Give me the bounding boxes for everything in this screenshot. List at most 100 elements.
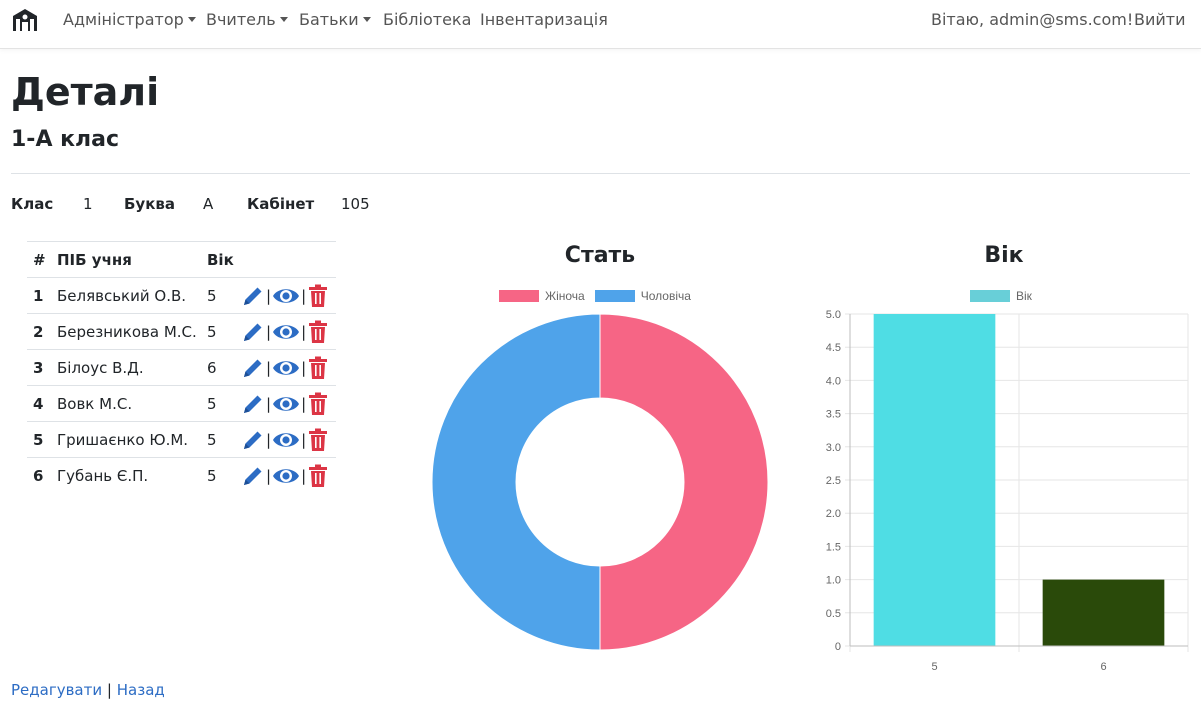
row-num: 3 <box>27 349 57 386</box>
table-row: 6 Губань Є.П. 5 | | <box>27 457 336 493</box>
divider <box>11 173 1190 174</box>
donut-slice-female[interactable] <box>599 313 769 651</box>
nav-teacher-dropdown[interactable]: Вчитель <box>206 10 288 29</box>
action-separator: | <box>301 394 307 413</box>
legend-item-female[interactable]: Жіноча <box>499 289 585 303</box>
y-tick-label: 3.5 <box>826 409 841 421</box>
row-num: 6 <box>27 457 57 493</box>
header-actions <box>241 241 336 278</box>
row-actions: | | <box>241 349 336 386</box>
page-subtitle: 1-А клас <box>11 127 120 152</box>
row-num: 1 <box>27 277 57 314</box>
gender-chart-legend: Жіноча Чоловіча <box>499 289 701 303</box>
table-row: 5 Гришаєнко Ю.М. 5 | | <box>27 421 336 458</box>
letter-value: А <box>203 195 214 213</box>
student-age: 5 <box>207 313 241 350</box>
y-tick-label: 2.0 <box>826 508 841 520</box>
row-num: 2 <box>27 313 57 350</box>
row-actions: | | <box>241 385 336 422</box>
action-separator: | <box>301 430 307 449</box>
y-tick-label: 4.0 <box>826 375 841 387</box>
nav-parents-label: Батьки <box>299 10 359 29</box>
pencil-icon[interactable] <box>241 356 265 380</box>
action-separator: | <box>266 322 272 341</box>
student-name: Губань Є.П. <box>57 457 207 493</box>
x-tick-label: 5 <box>931 661 937 673</box>
student-age: 5 <box>207 421 241 458</box>
gender-chart-title: Стать <box>564 243 636 268</box>
row-num: 5 <box>27 421 57 458</box>
eye-icon[interactable] <box>272 393 300 415</box>
y-tick-label: 2.5 <box>826 475 841 487</box>
school-logo-icon[interactable] <box>11 8 39 32</box>
eye-icon[interactable] <box>272 357 300 379</box>
row-actions: | | <box>241 313 336 350</box>
legend-label-male: Чоловіча <box>640 289 691 303</box>
table-row: 4 Вовк М.С. 5 | | <box>27 385 336 422</box>
y-tick-label: 1.5 <box>826 541 841 553</box>
top-navbar: Адміністратор Вчитель Батьки Бібліотека … <box>0 0 1201 49</box>
student-age: 5 <box>207 277 241 314</box>
bar-age-5[interactable] <box>873 314 996 646</box>
action-separator: | <box>266 394 272 413</box>
logout-link[interactable]: Вийти <box>1134 10 1186 29</box>
student-name: Березникова М.С. <box>57 313 207 350</box>
pencil-icon[interactable] <box>241 284 265 308</box>
action-separator: | <box>301 322 307 341</box>
page-title: Деталі <box>11 70 160 114</box>
row-actions: | | <box>241 421 336 458</box>
header-name: ПІБ учня <box>57 241 207 278</box>
back-link[interactable]: Назад <box>117 681 165 699</box>
trash-icon[interactable] <box>307 284 329 308</box>
donut-slice-male[interactable] <box>431 313 601 651</box>
eye-icon[interactable] <box>272 321 300 343</box>
trash-icon[interactable] <box>307 428 329 452</box>
pencil-icon[interactable] <box>241 428 265 452</box>
eye-icon[interactable] <box>272 465 300 487</box>
bar-age-6[interactable] <box>1042 579 1165 646</box>
action-separator: | <box>266 358 272 377</box>
student-age: 5 <box>207 457 241 493</box>
pencil-icon[interactable] <box>241 320 265 344</box>
nav-parents-dropdown[interactable]: Батьки <box>299 10 371 29</box>
nav-admin-dropdown[interactable]: Адміністратор <box>63 10 196 29</box>
nav-admin-label: Адміністратор <box>63 10 184 29</box>
student-name: Вовк М.С. <box>57 385 207 422</box>
nav-library-link[interactable]: Бібліотека <box>383 10 471 29</box>
greeting-text: Вітаю, admin@sms.com! <box>931 10 1134 29</box>
caret-down-icon <box>362 17 371 22</box>
action-separator: | <box>266 430 272 449</box>
caret-down-icon <box>187 17 196 22</box>
table-row: 2 Березникова М.С. 5 | | <box>27 313 336 350</box>
nav-teacher-label: Вчитель <box>206 10 276 29</box>
edit-link[interactable]: Редагувати <box>11 681 102 699</box>
trash-icon[interactable] <box>307 392 329 416</box>
y-tick-label: 0 <box>835 641 841 653</box>
student-age: 5 <box>207 385 241 422</box>
row-actions: | | <box>241 277 336 314</box>
pencil-icon[interactable] <box>241 392 265 416</box>
table-header-row: # ПІБ учня Вік <box>27 241 336 278</box>
y-tick-label: 5.0 <box>826 309 841 321</box>
age-bar-chart: 0 0.5 1.0 1.5 2.0 2.5 3.0 3.5 4.0 4.5 5.0 5 6 <box>826 309 1189 673</box>
legend-item-male[interactable]: Чоловіча <box>594 289 691 303</box>
action-separator: | <box>301 358 307 377</box>
trash-icon[interactable] <box>307 464 329 488</box>
nav-inventory-link[interactable]: Інвентаризація <box>480 10 608 29</box>
room-value: 105 <box>341 195 370 213</box>
gender-donut-chart <box>431 313 769 651</box>
student-age: 6 <box>207 349 241 386</box>
trash-icon[interactable] <box>307 320 329 344</box>
y-tick-label: 3.0 <box>826 442 841 454</box>
footer-separator: | <box>106 681 112 699</box>
y-tick-label: 4.5 <box>826 342 841 354</box>
trash-icon[interactable] <box>307 356 329 380</box>
room-label: Кабінет <box>247 195 315 213</box>
legend-swatch-female <box>499 290 539 302</box>
action-separator: | <box>266 466 272 485</box>
pencil-icon[interactable] <box>241 464 265 488</box>
eye-icon[interactable] <box>272 285 300 307</box>
eye-icon[interactable] <box>272 429 300 451</box>
age-chart-title: Вік <box>984 243 1024 268</box>
student-name: Белявський О.В. <box>57 277 207 314</box>
